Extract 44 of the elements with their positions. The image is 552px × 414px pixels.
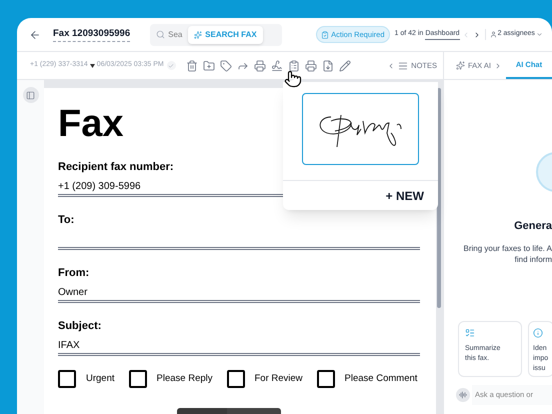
info-icon <box>533 328 543 338</box>
fax-heading: Fax <box>58 104 124 144</box>
file-download-icon <box>322 60 334 72</box>
field-label: Subject: <box>58 319 102 333</box>
search-icon <box>156 30 166 39</box>
checkbox-label: Urgent <box>86 372 115 386</box>
checkbox[interactable] <box>128 370 147 388</box>
checkbox[interactable] <box>316 370 335 388</box>
field-label: To: <box>58 213 74 227</box>
checkbox[interactable] <box>226 370 244 388</box>
panel-icon <box>26 90 35 100</box>
sparkle-icon <box>456 61 465 70</box>
new-signature-button[interactable]: + NEW <box>386 186 424 204</box>
checkbox-label: Please Comment <box>344 372 418 386</box>
ai-description: find inform <box>514 254 552 264</box>
trash-icon <box>186 60 198 72</box>
signature-option[interactable] <box>302 93 419 165</box>
ai-description: Bring your faxes to life. A <box>464 242 552 254</box>
user-icon <box>490 31 497 38</box>
printer-icon <box>305 60 318 72</box>
clipboard-list-icon <box>288 60 300 72</box>
signature-icon <box>271 60 284 72</box>
sidebar-toggle-button[interactable] <box>22 87 38 103</box>
voice-icon <box>456 388 470 402</box>
pencil-icon <box>339 60 352 72</box>
sparkle-icon <box>194 30 202 38</box>
check-icon <box>166 61 176 70</box>
field-value: IFAX <box>58 340 80 351</box>
checkbox-label: Please Reply <box>156 372 212 386</box>
chevron-down-icon <box>536 31 543 38</box>
tag-icon <box>220 60 232 72</box>
field-value: Owner <box>58 287 88 298</box>
back-arrow-icon <box>29 28 41 40</box>
folder-plus-icon <box>203 60 216 72</box>
caret-icon <box>90 64 95 68</box>
checkbox-label: For Review <box>254 372 303 386</box>
lines-icon <box>398 60 408 70</box>
clipboard-check-icon <box>321 30 330 38</box>
checkbox[interactable] <box>58 370 76 388</box>
fax-title: Fax 12093095996 <box>53 26 130 42</box>
ai-heading: Genera <box>514 219 552 234</box>
field-value: +1 (209) 309-5996 <box>58 181 141 192</box>
field-label: Recipient fax number: <box>58 160 174 174</box>
field-label: From: <box>58 266 90 280</box>
